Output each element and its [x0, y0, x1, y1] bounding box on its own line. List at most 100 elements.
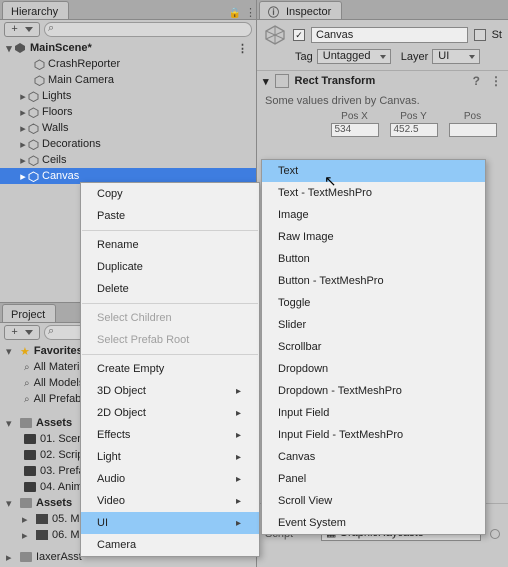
submenu-toggle[interactable]: Toggle	[262, 292, 485, 314]
gameobject-icon	[34, 75, 45, 86]
menu-3d-object[interactable]: 3D Object▸	[81, 380, 259, 402]
hierarchy-search-input[interactable]	[44, 22, 252, 37]
posx-label: Pos X	[325, 111, 384, 122]
help-icon[interactable]: ?	[473, 74, 480, 88]
tree-item[interactable]: CrashReporter	[0, 56, 256, 72]
submenu-image[interactable]: Image	[262, 204, 485, 226]
foldout-icon[interactable]: ▾	[263, 75, 269, 88]
posy-label: Pos Y	[384, 111, 443, 122]
folder-icon	[24, 450, 36, 460]
menu-select-prefab-root: Select Prefab Root	[81, 329, 259, 351]
scene-name: MainScene*	[30, 42, 92, 54]
gameobject-icon	[28, 107, 39, 118]
menu-duplicate[interactable]: Duplicate	[81, 256, 259, 278]
unity-icon	[14, 42, 26, 54]
submenu-scroll-view[interactable]: Scroll View	[262, 490, 485, 512]
project-tab[interactable]: Project	[2, 304, 56, 322]
tree-item[interactable]: ▸Walls	[0, 120, 256, 136]
inspector-tab[interactable]: ⓘ Inspector	[259, 1, 342, 19]
folder-icon	[20, 418, 32, 428]
menu-camera[interactable]: Camera	[81, 534, 259, 556]
menu-create-empty[interactable]: Create Empty	[81, 358, 259, 380]
gameobject-icon	[28, 139, 39, 150]
static-label: St	[492, 29, 502, 41]
folder-icon	[20, 552, 32, 562]
posy-field[interactable]: 452.5	[390, 123, 438, 137]
posx-field[interactable]: 534	[331, 123, 379, 137]
tree-item[interactable]: ▸Floors	[0, 104, 256, 120]
menu-effects[interactable]: Effects▸	[81, 424, 259, 446]
chevron-right-icon: ▸	[236, 386, 241, 397]
submenu-canvas[interactable]: Canvas	[262, 446, 485, 468]
folder-icon	[20, 498, 32, 508]
menu-ui[interactable]: UI▸	[81, 512, 259, 534]
chevron-down-icon	[25, 330, 33, 335]
tag-label: Tag	[295, 51, 313, 63]
foldout-icon[interactable]: ▸	[18, 170, 28, 183]
menu-copy[interactable]: Copy	[81, 183, 259, 205]
chevron-right-icon: ▸	[236, 452, 241, 463]
chevron-right-icon: ▸	[236, 518, 241, 529]
submenu-scrollbar[interactable]: Scrollbar	[262, 336, 485, 358]
search-icon: ⌕	[24, 394, 30, 405]
tree-item[interactable]: ▸Decorations	[0, 136, 256, 152]
active-checkbox[interactable]: ✓	[293, 29, 305, 41]
tree-item[interactable]: Main Camera	[0, 72, 256, 88]
submenu-input-field-tmp[interactable]: Input Field - TextMeshPro	[262, 424, 485, 446]
gameobject-icon	[28, 155, 39, 166]
folder-icon	[36, 514, 48, 524]
foldout-icon[interactable]: ▸	[18, 106, 28, 119]
menu-rename[interactable]: Rename	[81, 234, 259, 256]
menu-paste[interactable]: Paste	[81, 205, 259, 227]
folder-icon	[36, 530, 48, 540]
foldout-icon[interactable]: ▸	[18, 154, 28, 167]
lock-icon[interactable]: 🔒	[229, 8, 241, 19]
menu-delete[interactable]: Delete	[81, 278, 259, 300]
submenu-raw-image[interactable]: Raw Image	[262, 226, 485, 248]
menu-select-children: Select Children	[81, 307, 259, 329]
submenu-dropdown[interactable]: Dropdown	[262, 358, 485, 380]
gameobject-icon	[28, 91, 39, 102]
panel-menu-icon[interactable]: ⋮≡	[245, 6, 256, 19]
star-icon: ★	[20, 345, 30, 358]
menu-video[interactable]: Video▸	[81, 490, 259, 512]
posz-field[interactable]	[449, 123, 497, 137]
submenu-input-field[interactable]: Input Field	[262, 402, 485, 424]
menu-audio[interactable]: Audio▸	[81, 468, 259, 490]
submenu-text[interactable]: Text	[262, 160, 485, 182]
rect-transform-header[interactable]: ▾ Rect Transform ? ⋮	[257, 71, 508, 91]
static-checkbox[interactable]	[474, 29, 486, 41]
scene-menu-icon[interactable]: ⋮	[237, 42, 250, 55]
tree-item[interactable]: ▸Ceils	[0, 152, 256, 168]
hierarchy-tab[interactable]: Hierarchy	[2, 1, 69, 19]
scene-row[interactable]: ▾ MainScene* ⋮	[0, 40, 256, 56]
gameobject-name-field[interactable]: Canvas	[311, 27, 468, 43]
submenu-panel[interactable]: Panel	[262, 468, 485, 490]
submenu-button-tmp[interactable]: Button - TextMeshPro	[262, 270, 485, 292]
chevron-right-icon: ▸	[236, 496, 241, 507]
object-picker-icon[interactable]	[490, 529, 500, 539]
project-create-dropdown[interactable]: +	[4, 325, 40, 340]
chevron-right-icon: ▸	[236, 430, 241, 441]
create-dropdown[interactable]: +	[4, 22, 40, 37]
submenu-button[interactable]: Button	[262, 248, 485, 270]
gear-icon[interactable]: ⋮	[490, 74, 502, 88]
submenu-dropdown-tmp[interactable]: Dropdown - TextMeshPro	[262, 380, 485, 402]
foldout-icon[interactable]: ▸	[18, 90, 28, 103]
submenu-event-system[interactable]: Event System	[262, 512, 485, 534]
gameobject-icon	[34, 59, 45, 70]
submenu-slider[interactable]: Slider	[262, 314, 485, 336]
submenu-text-tmp[interactable]: Text - TextMeshPro	[262, 182, 485, 204]
ui-submenu: Text Text - TextMeshPro Image Raw Image …	[261, 159, 486, 535]
menu-2d-object[interactable]: 2D Object▸	[81, 402, 259, 424]
foldout-icon[interactable]: ▾	[4, 42, 14, 55]
search-icon: ⌕	[24, 362, 30, 373]
foldout-icon[interactable]: ▸	[18, 122, 28, 135]
menu-light[interactable]: Light▸	[81, 446, 259, 468]
chevron-down-icon	[25, 27, 33, 32]
folder-icon	[24, 482, 36, 492]
tag-dropdown[interactable]: Untagged	[317, 49, 391, 64]
layer-dropdown[interactable]: UI	[432, 49, 480, 64]
tree-item[interactable]: ▸Lights	[0, 88, 256, 104]
foldout-icon[interactable]: ▸	[18, 138, 28, 151]
